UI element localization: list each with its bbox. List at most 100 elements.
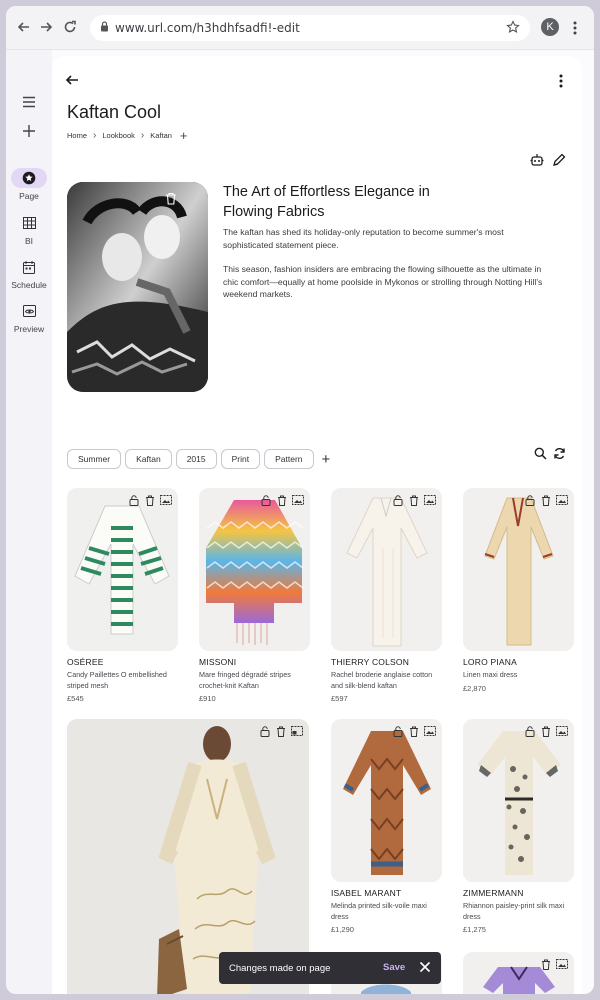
back-arrow-icon[interactable] [14, 17, 34, 37]
add-breadcrumb-icon[interactable]: + [180, 128, 188, 143]
article-body[interactable]: The kaftan has shed its holiday-only rep… [223, 226, 545, 301]
chevron-right-icon: › [140, 130, 145, 141]
product-card[interactable]: ISABEL MARANT Melinda printed silk-voile… [331, 719, 442, 934]
browser-toolbar: www.url.com/h3hdhfsadfi!-edit K [6, 6, 594, 50]
breadcrumb: Home › Lookbook › Kaftan + [67, 128, 188, 143]
product-image[interactable] [463, 952, 574, 994]
rail-item-label: Schedule [11, 280, 47, 290]
add-tag-icon[interactable]: + [322, 451, 331, 468]
product-card[interactable]: MISSONI Mare fringed dégradé stripes cro… [199, 488, 310, 703]
image-replace-icon[interactable] [424, 725, 436, 737]
product-card[interactable]: LORO PIANA Linen maxi dress £2,870 [463, 488, 574, 693]
delete-icon[interactable] [408, 725, 420, 737]
product-image[interactable] [331, 719, 442, 882]
refresh-icon[interactable] [553, 447, 566, 465]
lock-icon[interactable] [524, 725, 536, 737]
hero-image[interactable] [67, 182, 208, 392]
product-brand: ZIMMERMANN [463, 888, 524, 898]
image-replace-icon[interactable] [424, 494, 436, 506]
delete-icon[interactable] [540, 494, 552, 506]
save-button[interactable]: Save [383, 962, 405, 973]
product-card[interactable]: THIERRY COLSON Rachel broderie anglaise … [331, 488, 442, 703]
lock-icon[interactable] [128, 494, 140, 506]
product-actions [128, 494, 172, 506]
more-options-icon[interactable] [554, 72, 568, 90]
page-tools [530, 153, 566, 172]
address-bar[interactable]: www.url.com/h3hdhfsadfi!-edit [90, 15, 530, 41]
product-actions [540, 958, 568, 970]
product-description: Mare fringed dégradé stripes crochet-kni… [199, 670, 291, 690]
rail-item-label: Page [19, 191, 39, 201]
profile-avatar[interactable]: K [541, 18, 559, 36]
tag-chip[interactable]: Summer [67, 449, 122, 469]
product-card[interactable]: ZIMMERMANN Rhiannon paisley-print silk m… [463, 719, 574, 934]
delete-icon[interactable] [540, 958, 552, 970]
product-actions [260, 494, 304, 506]
tag-chip[interactable]: Kaftan [125, 449, 172, 469]
chevron-right-icon: › [93, 130, 97, 141]
page-editor-card: Kaftan Cool Home › Lookbook › Kaftan + T… [52, 56, 582, 994]
product-card[interactable]: OSÉREE Candy Paillettes O embellished st… [67, 488, 178, 703]
tag-chip[interactable]: 2015 [175, 449, 217, 469]
lock-icon[interactable] [524, 494, 536, 506]
product-image[interactable] [67, 488, 178, 651]
lock-icon[interactable] [392, 725, 404, 737]
hamburger-menu-icon[interactable] [19, 92, 39, 112]
tag-chips: Summer Kaftan 2015 Print Pattern + [67, 449, 330, 469]
image-replace-icon[interactable] [160, 494, 172, 506]
snackbar: Changes made on page Save [219, 952, 441, 984]
browser-window: www.url.com/h3hdhfsadfi!-edit K Page BI … [6, 6, 594, 994]
rail-item-schedule[interactable]: Schedule [6, 257, 52, 290]
search-icon[interactable] [534, 447, 547, 465]
rail-item-label: BI [24, 236, 34, 246]
delete-icon[interactable] [165, 192, 177, 210]
lock-icon[interactable] [260, 494, 272, 506]
image-replace-icon[interactable] [556, 958, 568, 970]
article-paragraph: The kaftan has shed its holiday-only rep… [223, 227, 504, 250]
add-icon[interactable] [19, 121, 39, 141]
grid-icon [11, 213, 47, 233]
close-icon[interactable] [419, 961, 433, 975]
forward-arrow-icon[interactable] [36, 17, 56, 37]
breadcrumb-lookbook[interactable]: Lookbook [102, 131, 135, 140]
product-actions [524, 725, 568, 737]
delete-icon[interactable] [540, 725, 552, 737]
product-actions [524, 494, 568, 506]
rail-item-bi[interactable]: BI [6, 213, 52, 246]
tag-chip[interactable]: Print [220, 449, 261, 469]
bookmark-star-icon[interactable] [506, 20, 520, 39]
image-resize-icon[interactable] [291, 725, 303, 737]
product-price: £910 [199, 694, 216, 703]
delete-icon[interactable] [276, 494, 288, 506]
product-image[interactable] [463, 719, 574, 882]
breadcrumb-home[interactable]: Home [67, 131, 87, 140]
reload-icon[interactable] [60, 17, 80, 37]
product-image[interactable] [463, 488, 574, 651]
lock-icon[interactable] [259, 725, 271, 737]
image-replace-icon[interactable] [556, 494, 568, 506]
edit-pencil-icon[interactable] [552, 153, 566, 172]
image-replace-icon[interactable] [292, 494, 304, 506]
breadcrumb-kaftan[interactable]: Kaftan [150, 131, 172, 140]
article-title[interactable]: The Art of Effortless Elegance in Flowin… [223, 182, 483, 222]
product-image[interactable] [199, 488, 310, 651]
delete-icon[interactable] [408, 494, 420, 506]
product-price: £1,290 [331, 925, 354, 934]
robot-icon[interactable] [530, 153, 544, 172]
rail-item-page[interactable]: Page [6, 168, 52, 201]
tag-chip[interactable]: Pattern [264, 449, 314, 469]
product-brand: THIERRY COLSON [331, 657, 410, 667]
page-title: Kaftan Cool [67, 102, 162, 122]
back-arrow-icon[interactable] [64, 72, 82, 90]
product-brand: MISSONI [199, 657, 237, 667]
lock-icon[interactable] [392, 494, 404, 506]
product-image[interactable] [331, 488, 442, 651]
delete-icon[interactable] [144, 494, 156, 506]
product-card[interactable] [463, 952, 574, 994]
browser-menu-icon[interactable] [568, 18, 582, 38]
image-replace-icon[interactable] [556, 725, 568, 737]
rail-item-preview[interactable]: Preview [6, 301, 52, 334]
delete-icon[interactable] [275, 725, 287, 737]
lock-icon [100, 19, 109, 37]
url-text: www.url.com/h3hdhfsadfi!-edit [115, 21, 300, 35]
